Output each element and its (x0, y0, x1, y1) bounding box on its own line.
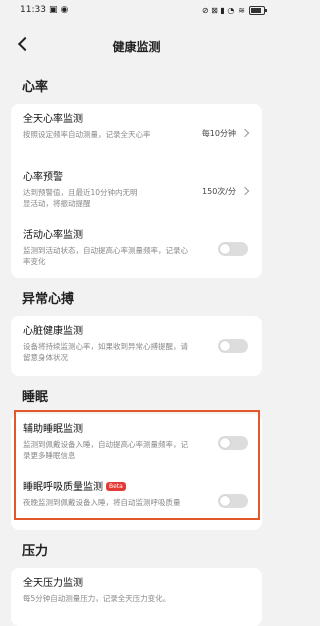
section-stress-title: 压力 (22, 544, 49, 559)
row-value: 每10分钟 (201, 128, 236, 138)
stress-card: 全天压力监测 每5分钟自动测量压力，记录全天压力变化。 (11, 568, 262, 626)
activity-heart-rate-toggle[interactable] (218, 242, 248, 256)
section-heart-rate-title: 心率 (22, 80, 49, 95)
row-description: 设备将持续监测心率，如果收到异常心搏提醒，请留意身体状况 (23, 342, 188, 362)
row-description: 监测到佩戴设备入睡，自动提高心率测量频率，记录更多睡眠信息 (23, 440, 188, 460)
heart-rate-card: 全天心率监测 按照设定频率自动测量，记录全天心率 每10分钟 心率预警 达到预警… (11, 104, 262, 278)
back-arrow-icon[interactable] (16, 34, 36, 54)
status-time: 11:33 (20, 5, 46, 15)
all-day-stress-row: 全天压力监测 每5分钟自动测量压力，记录全天压力变化。 (11, 568, 262, 626)
row-title: 睡眠呼吸质量监测 Beta (23, 480, 250, 495)
row-title: 全天压力监测 (23, 578, 83, 589)
heart-health-toggle[interactable] (218, 339, 248, 353)
row-title: 心脏健康监测 (23, 326, 83, 337)
notification-icon: ▣ (48, 5, 58, 15)
row-description: 监测到活动状态，自动提高心率测量频率，记录心率变化 (23, 246, 188, 266)
wifi-icon: ≋ (238, 5, 245, 15)
page-title: 健康监测 (112, 39, 161, 54)
abnormal-card: 心脏健康监测 设备将持续监测心率，如果收到异常心搏提醒，请留意身体状况 (11, 316, 262, 376)
row-title-text: 睡眠呼吸质量监测 (23, 482, 103, 493)
header: 健康监测 (0, 20, 273, 72)
status-bar: 11:33 ▣ ◉ ⊘ ⊠ ▮ ◔ ≋ (0, 0, 273, 20)
section-sleep-title: 睡眠 (22, 390, 49, 405)
heart-rate-warning-row[interactable]: 心率预警 达到预警值，且最近10分钟内无明显活动，将振动提醒 150次/分 (11, 162, 262, 220)
sleep-breathing-row: 睡眠呼吸质量监测 Beta 夜晚监测到佩戴设备入睡，将自动监测呼吸质量 (11, 472, 262, 530)
sleep-card: 辅助睡眠监测 监测到佩戴设备入睡，自动提高心率测量频率，记录更多睡眠信息 睡眠呼… (11, 414, 262, 530)
beta-badge: Beta (106, 482, 126, 491)
row-title: 活动心率监测 (23, 230, 83, 241)
row-description: 夜晚监测到佩戴设备入睡，将自动监测呼吸质量 (23, 498, 181, 507)
assist-sleep-row: 辅助睡眠监测 监测到佩戴设备入睡，自动提高心率测量频率，记录更多睡眠信息 (11, 414, 262, 472)
assist-sleep-toggle[interactable] (218, 436, 248, 450)
status-icons: ⊘ ⊠ ▮ ◔ (201, 5, 235, 15)
row-description: 每5分钟自动测量压力，记录全天压力变化。 (23, 594, 171, 603)
row-title: 辅助睡眠监测 (23, 424, 83, 435)
row-value: 150次/分 (202, 186, 236, 196)
app-icon: ◉ (60, 5, 69, 15)
battery-icon (249, 5, 267, 15)
section-abnormal-title: 异常心搏 (22, 292, 75, 307)
sleep-breathing-toggle[interactable] (218, 494, 248, 508)
activity-heart-rate-row: 活动心率监测 监测到活动状态，自动提高心率测量频率，记录心率变化 (11, 220, 262, 278)
all-day-heart-rate-row[interactable]: 全天心率监测 按照设定频率自动测量，记录全天心率 每10分钟 (11, 104, 262, 162)
heart-health-row: 心脏健康监测 设备将持续监测心率，如果收到异常心搏提醒，请留意身体状况 (11, 316, 262, 376)
